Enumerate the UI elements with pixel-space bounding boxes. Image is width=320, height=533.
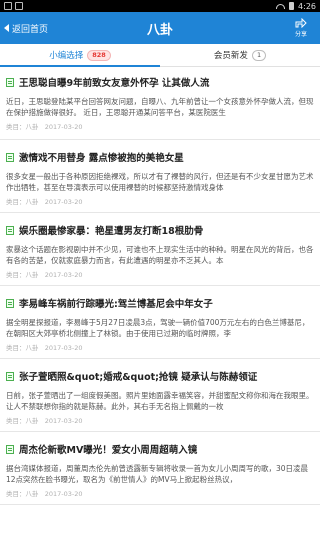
document-icon — [6, 152, 14, 162]
article-title: 激情戏不用替身 露点惨被抱的美艳女星 — [19, 153, 184, 164]
article-summary: 近日，王思聪登陆某平台回答网友问题，自曝八、九年前曾让一个女孩意外怀孕做人流，但… — [6, 97, 314, 117]
back-button[interactable]: 返回首页 — [0, 12, 48, 44]
list-item[interactable]: 娱乐圈最惨家暴：艳星遭男友打断18根肋骨 家暴这个话题在影视剧中并不少见，可谁也… — [0, 213, 320, 286]
list-item[interactable]: 激情戏不用替身 露点惨被抱的美艳女星 很多女星一般出于各种原因拒绝裸戏，所以才有… — [0, 140, 320, 213]
tab-count-badge: 1 — [251, 49, 267, 61]
article-meta: 类目：八卦 2017-03-20 — [6, 342, 314, 352]
article-list: 王思聪自曝9年前致女友意外怀孕 让其做人流 近日，王思聪登陆某平台回答网友问题，… — [0, 67, 320, 505]
article-title-row: 激情戏不用替身 露点惨被抱的美艳女星 — [6, 150, 314, 164]
list-item[interactable]: 张子萱晒照&quot;婚戒&quot;抢镜 疑承认与陈赫领证 日前，张子萱晒出了… — [0, 359, 320, 432]
back-label: 返回首页 — [12, 24, 49, 35]
document-icon — [6, 298, 14, 308]
article-title: 张子萱晒照&quot;婚戒&quot;抢镜 疑承认与陈赫领证 — [19, 372, 258, 383]
share-button[interactable]: 分享 — [288, 12, 314, 44]
status-right: 4:26 — [276, 2, 316, 11]
share-icon — [295, 18, 307, 28]
document-icon — [6, 444, 14, 454]
article-summary: 日前，张子萱晒出了一组度假美图。照片里她面露幸福笑容，并甜蜜配文称你和海在我眼里… — [6, 391, 314, 411]
wifi-icon — [276, 3, 286, 9]
article-category: 类目：八卦 — [6, 271, 39, 279]
article-date: 2017-03-20 — [44, 123, 83, 131]
tab-count-badge: 828 — [87, 49, 111, 61]
status-bar: 4:26 — [0, 0, 320, 12]
tab-bar: 小编选择 828 会员新发 1 — [0, 44, 320, 67]
article-date: 2017-03-20 — [44, 198, 83, 206]
article-date: 2017-03-20 — [44, 271, 83, 279]
article-summary: 很多女星一般出于各种原因拒绝裸戏，所以才有了裸替的风行，但还是有不少女星甘愿为艺… — [6, 172, 314, 192]
article-category: 类目：八卦 — [6, 123, 39, 131]
article-meta: 类目：八卦 2017-03-20 — [6, 488, 314, 498]
tab-label: 会员新发 — [213, 51, 248, 61]
debug-icon — [15, 2, 23, 10]
top-bar: 返回首页 八卦 分享 — [0, 12, 320, 44]
article-summary: 据台湾媒体报道，周董周杰伦先前曾透露新专辑将收录一首为女儿小周周写的歌，30日凌… — [6, 464, 309, 484]
article-meta: 类目：八卦 2017-03-20 — [6, 269, 314, 279]
article-summary: 据全明星探报道，李易峰于5月27日凌晨3点，驾驶一辆价值700万元左右的白色兰博… — [6, 318, 310, 338]
article-title: 娱乐圈最惨家暴：艳星遭男友打断18根肋骨 — [19, 226, 204, 237]
article-title-row: 张子萱晒照&quot;婚戒&quot;抢镜 疑承认与陈赫领证 — [6, 369, 314, 383]
article-title-row: 周杰伦新歌MV曝光！爱女小周周超萌入镜 — [6, 442, 314, 456]
status-left — [4, 2, 23, 10]
back-arrow-icon — [4, 24, 9, 32]
list-item[interactable]: 周杰伦新歌MV曝光！爱女小周周超萌入镜 据台湾媒体报道，周董周杰伦先前曾透露新专… — [0, 432, 320, 505]
article-meta: 类目：八卦 2017-03-20 — [6, 415, 314, 425]
article-summary: 家暴这个话题在影视剧中并不少见，可谁也不上现实生活中的种种。明星在风光的背后，也… — [6, 245, 314, 265]
usb-icon — [4, 2, 12, 10]
document-icon — [6, 371, 14, 381]
document-icon — [6, 77, 14, 87]
article-title: 王思聪自曝9年前致女友意外怀孕 让其做人流 — [19, 78, 210, 89]
article-meta: 类目：八卦 2017-03-20 — [6, 121, 314, 131]
article-date: 2017-03-20 — [44, 417, 83, 425]
article-title-row: 王思聪自曝9年前致女友意外怀孕 让其做人流 — [6, 75, 314, 89]
article-title-row: 娱乐圈最惨家暴：艳星遭男友打断18根肋骨 — [6, 223, 314, 237]
article-category: 类目：八卦 — [6, 417, 39, 425]
share-label: 分享 — [294, 31, 307, 38]
article-category: 类目：八卦 — [6, 344, 39, 352]
article-date: 2017-03-20 — [44, 490, 83, 498]
article-date: 2017-03-20 — [44, 344, 83, 352]
article-title: 周杰伦新歌MV曝光！爱女小周周超萌入镜 — [19, 445, 198, 456]
article-title-row: 李易峰车祸前行踪曝光:驾兰博基尼会中年女子 — [6, 296, 314, 310]
article-meta: 类目：八卦 2017-03-20 — [6, 196, 314, 206]
status-time: 4:26 — [298, 1, 316, 11]
tab-member-new[interactable]: 会员新发 1 — [160, 44, 320, 66]
list-item[interactable]: 李易峰车祸前行踪曝光:驾兰博基尼会中年女子 据全明星探报道，李易峰于5月27日凌… — [0, 286, 320, 359]
list-item[interactable]: 王思聪自曝9年前致女友意外怀孕 让其做人流 近日，王思聪登陆某平台回答网友问题，… — [0, 67, 320, 140]
article-category: 类目：八卦 — [6, 490, 39, 498]
article-category: 类目：八卦 — [6, 198, 39, 206]
document-icon — [6, 225, 14, 235]
tab-label: 小编选择 — [49, 51, 84, 61]
battery-icon — [289, 2, 295, 10]
tab-editor-picks[interactable]: 小编选择 828 — [0, 44, 160, 67]
article-title: 李易峰车祸前行踪曝光:驾兰博基尼会中年女子 — [19, 299, 213, 310]
